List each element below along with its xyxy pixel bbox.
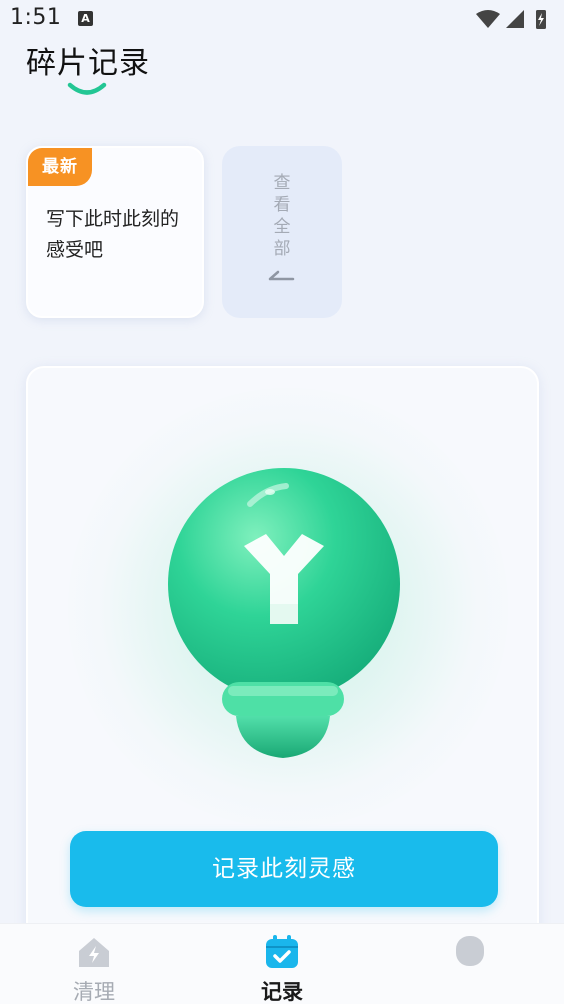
status-icons xyxy=(476,10,546,29)
page-title: 碎片记录 xyxy=(26,46,150,81)
profile-icon xyxy=(456,936,484,966)
status-time: 1:51 xyxy=(10,5,62,30)
lightbulb-icon xyxy=(168,468,400,758)
view-all-button[interactable]: 查看全部 xyxy=(222,146,342,318)
record-inspiration-button[interactable]: 记录此刻灵感 xyxy=(70,831,498,907)
nav-label-record: 记录 xyxy=(261,980,303,1004)
status-bar: 1:51 A xyxy=(0,0,564,40)
latest-badge: 最新 xyxy=(28,148,92,186)
screen: 1:51 A 碎片记录 最新 写下此时此刻的感受吧 查看全部 记录此刻灵感 清理… xyxy=(0,0,564,1004)
nav-item-record[interactable]: 记录 xyxy=(232,924,332,1004)
latest-note-text: 写下此时此刻的感受吧 xyxy=(46,208,180,261)
nav-item-clean[interactable]: 清理 xyxy=(44,924,144,1004)
calendar-check-icon xyxy=(266,935,298,968)
arrow-left-icon xyxy=(268,270,295,281)
smile-underline-icon xyxy=(67,82,107,95)
wifi-icon xyxy=(476,10,500,28)
inspiration-panel xyxy=(26,366,539,1004)
signal-icon xyxy=(506,10,524,28)
notification-badge-icon: A xyxy=(78,11,93,26)
latest-note-card[interactable]: 最新 写下此时此刻的感受吧 xyxy=(26,146,204,318)
bottom-nav: 清理 记录 xyxy=(0,923,564,1004)
nav-item-profile[interactable] xyxy=(420,924,520,1004)
view-all-label: 查看全部 xyxy=(273,173,291,259)
nav-label-clean: 清理 xyxy=(73,980,115,1004)
house-bolt-icon xyxy=(79,938,109,967)
